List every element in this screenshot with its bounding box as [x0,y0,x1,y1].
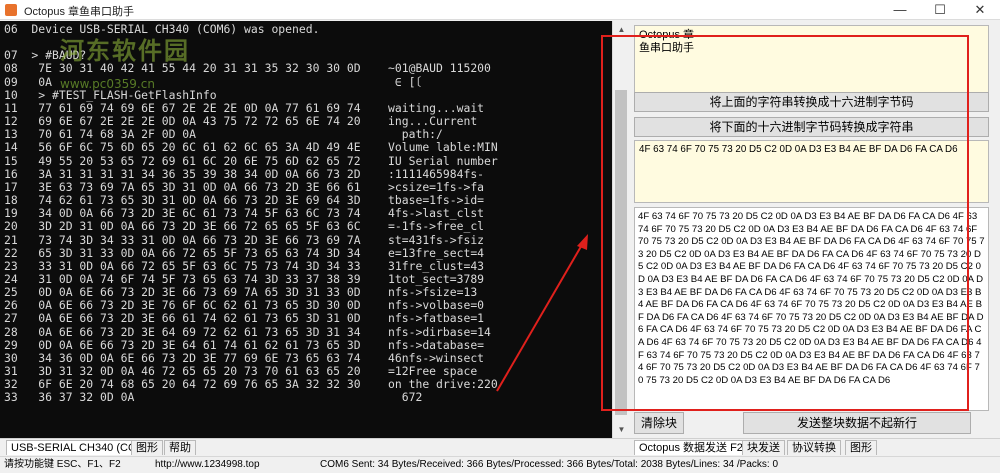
scroll-up-icon[interactable]: ▲ [613,21,630,38]
title-bar: Octopus 章鱼串口助手 — ☐ ✕ [0,0,1000,20]
tab-bar: USB-SERIAL CH340 (COM6) 图形 帮助 Octopus 数据… [0,438,1000,455]
status-hotkeys: 请按功能键 ESC、F1、F2 [4,459,121,470]
send-block-input[interactable]: 4F 63 74 6F 70 75 73 20 D5 C2 0D 0A D3 E… [634,207,989,411]
terminal-line: 20 3D 2D 31 0D 0A 66 73 2D 3E 66 72 65 6… [4,219,485,234]
status-bar: 请按功能键 ESC、F1、F2 http://www.1234998.top C… [0,456,1000,473]
scroll-down-icon[interactable]: ▼ [613,421,630,438]
tab-graph-right[interactable]: 图形 [845,440,877,455]
tab-help[interactable]: 帮助 [164,440,196,455]
terminal-line: 33 36 37 32 0D 0A 672 [4,390,423,405]
scroll-thumb[interactable] [615,90,627,415]
string-input[interactable]: Octopus 章 鱼串口助手 [634,25,989,93]
watermark-url: www.pc0359.cn [60,77,155,91]
close-button[interactable]: ✕ [960,0,1000,20]
watermark-site: 河东软件园 [60,37,190,65]
string-to-hex-button[interactable]: 将上面的字符串转换成十六进制字节码 [634,92,989,112]
terminal-line: 14 56 6F 6C 75 6D 65 20 6C 61 62 6C 65 3… [4,140,498,155]
clear-block-button[interactable]: 清除块 [634,412,684,434]
terminal-scrollbar[interactable]: ▲ ▼ [612,21,629,438]
terminal-line: 21 73 74 3D 34 33 31 0D 0A 66 73 2D 3E 6… [4,232,485,247]
send-block-button[interactable]: 发送整块数据不起新行 [743,412,971,434]
status-url[interactable]: http://www.1234998.top [155,457,260,473]
terminal-line: 29 0D 0A 6E 66 73 2D 3E 64 61 74 61 62 6… [4,337,485,352]
terminal-line: 23 33 31 0D 0A 66 72 65 5F 63 6C 75 73 7… [4,258,485,273]
terminal-line: 27 0A 6E 66 73 2D 3E 66 61 74 62 61 73 6… [4,311,485,326]
tab-graph-left[interactable]: 图形 [131,440,163,455]
tab-protocol-convert[interactable]: 协议转换 [787,440,841,455]
hex-input[interactable]: 4F 63 74 6F 70 75 73 20 D5 C2 0D 0A D3 E… [634,140,989,203]
window-title: Octopus 章鱼串口助手 [24,6,135,18]
terminal-output[interactable]: 06 Device USB-SERIAL CH340 (COM6) was op… [0,21,612,438]
status-stats: COM6 Sent: 34 Bytes/Received: 366 Bytes/… [320,459,779,470]
maximize-button[interactable]: ☐ [920,0,960,20]
tab-block-send[interactable]: 块发送 [742,440,785,455]
right-panel: Octopus 章 鱼串口助手 将上面的字符串转换成十六进制字节码 将下面的十六… [629,21,1000,438]
terminal-line: 22 65 3D 31 33 0D 0A 66 72 65 5F 73 65 6… [4,245,485,260]
terminal-line: 15 49 55 20 53 65 72 69 61 6C 20 6E 75 6… [4,153,498,168]
terminal-line: 16 3A 31 31 31 31 34 36 35 39 38 34 0D 0… [4,166,485,181]
terminal-line: 28 0A 6E 66 73 2D 3E 64 69 72 62 61 73 6… [4,324,491,339]
minimize-button[interactable]: — [880,0,920,20]
app-icon [5,4,17,16]
tab-data-send[interactable]: Octopus 数据发送 F2 [634,440,748,455]
hex-to-string-button[interactable]: 将下面的十六进制字节码转换成字符串 [634,117,989,137]
